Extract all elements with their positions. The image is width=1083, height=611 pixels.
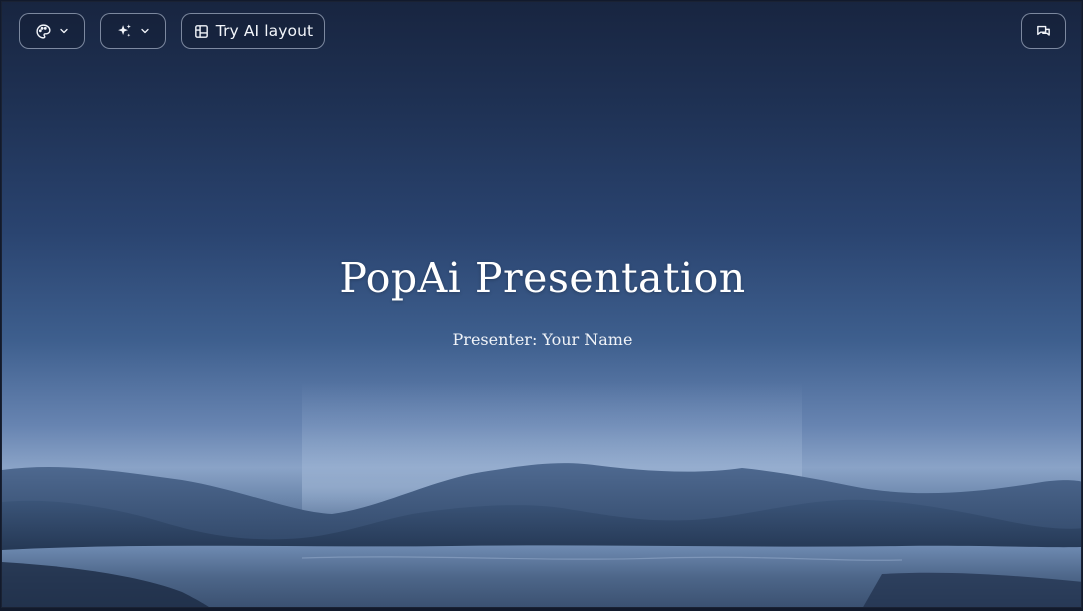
chevron-down-icon	[139, 25, 151, 37]
palette-icon	[35, 23, 52, 40]
try-ai-layout-label: Try AI layout	[215, 22, 314, 40]
theme-dropdown-button[interactable]	[19, 13, 85, 49]
mountain-lake-background	[2, 382, 1081, 607]
chevron-down-icon	[58, 25, 70, 37]
ai-dropdown-button[interactable]	[100, 13, 166, 49]
presentation-slide: Try AI layout PopAi Presentation Present…	[1, 1, 1082, 608]
try-ai-layout-button[interactable]: Try AI layout	[181, 13, 325, 49]
sparkle-icon	[116, 23, 133, 40]
slide-title[interactable]: PopAi Presentation	[2, 254, 1081, 302]
comment-icon	[1035, 23, 1052, 40]
layout-icon	[193, 23, 210, 40]
comment-button[interactable]	[1021, 13, 1066, 49]
slide-subtitle[interactable]: Presenter: Your Name	[2, 330, 1081, 349]
